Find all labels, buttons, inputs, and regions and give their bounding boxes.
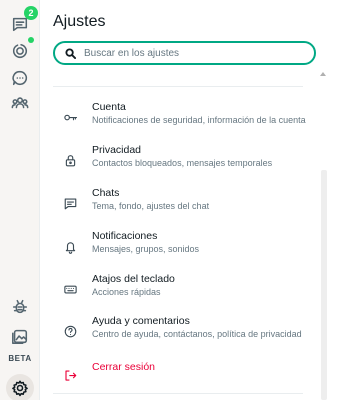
search-icon <box>65 47 76 59</box>
settings-item-keyboard-shortcuts[interactable]: Atajos del teclado Acciones rápidas <box>53 272 313 308</box>
chats-button[interactable]: 2 <box>8 6 38 36</box>
media-icon <box>12 329 28 344</box>
lock-icon <box>65 154 75 166</box>
settings-item-privacy[interactable]: Privacidad Contactos bloqueados, mensaje… <box>53 143 313 179</box>
item-title: Ayuda y comentarios <box>92 315 190 327</box>
status-update-dot <box>28 37 34 43</box>
channels-icon <box>12 70 28 86</box>
item-title: Atajos del teclado <box>92 273 175 285</box>
report-bug-button[interactable] <box>8 295 32 319</box>
communities-button[interactable] <box>8 91 32 115</box>
item-subtitle: Centro de ayuda, contáctanos, política d… <box>92 329 302 339</box>
bug-report-icon <box>12 299 28 314</box>
divider <box>53 86 303 87</box>
item-subtitle: Mensajes, grupos, sonidos <box>92 244 200 254</box>
chat-icon <box>64 197 76 209</box>
left-nav-rail: 2 BETA <box>0 0 40 400</box>
scrollbar[interactable] <box>321 170 327 400</box>
help-icon <box>64 325 76 337</box>
search-input[interactable] <box>84 47 304 59</box>
scroll-up-arrow[interactable] <box>320 72 326 76</box>
settings-item-notifications[interactable]: Notificaciones Mensajes, grupos, sonidos <box>53 229 313 265</box>
channels-button[interactable] <box>8 66 32 90</box>
status-icon <box>12 43 28 59</box>
page-title: Ajustes <box>53 13 106 30</box>
settings-button[interactable] <box>6 374 34 400</box>
communities-icon <box>11 97 29 109</box>
logout-button[interactable]: Cerrar sesión <box>53 358 313 394</box>
key-icon <box>63 114 77 120</box>
item-subtitle: Acciones rápidas <box>92 287 161 297</box>
unread-badge: 2 <box>24 6 38 20</box>
item-title: Chats <box>92 187 120 199</box>
media-button[interactable] <box>8 324 32 348</box>
bell-icon <box>65 241 75 254</box>
logout-icon <box>64 369 76 381</box>
item-title: Privacidad <box>92 144 142 156</box>
settings-item-account[interactable]: Cuenta Notificaciones de seguridad, info… <box>53 100 313 136</box>
settings-item-help[interactable]: Ayuda y comentarios Centro de ayuda, con… <box>53 314 313 350</box>
settings-icon <box>12 380 28 397</box>
divider <box>53 393 303 394</box>
beta-label: BETA <box>8 354 32 363</box>
settings-item-chats[interactable]: Chats Tema, fondo, ajustes del chat <box>53 186 313 222</box>
item-title: Notificaciones <box>92 230 158 242</box>
item-subtitle: Tema, fondo, ajustes del chat <box>92 201 210 211</box>
status-button[interactable] <box>8 37 34 63</box>
search-box[interactable] <box>53 41 316 65</box>
item-title: Cuenta <box>92 101 126 113</box>
keyboard-icon <box>63 285 77 293</box>
item-subtitle: Contactos bloqueados, mensajes temporale… <box>92 158 273 168</box>
settings-panel: Ajustes Cuenta Notificaciones de segurid… <box>40 0 350 400</box>
item-subtitle: Notificaciones de seguridad, información… <box>92 115 306 125</box>
logout-label: Cerrar sesión <box>92 361 156 373</box>
